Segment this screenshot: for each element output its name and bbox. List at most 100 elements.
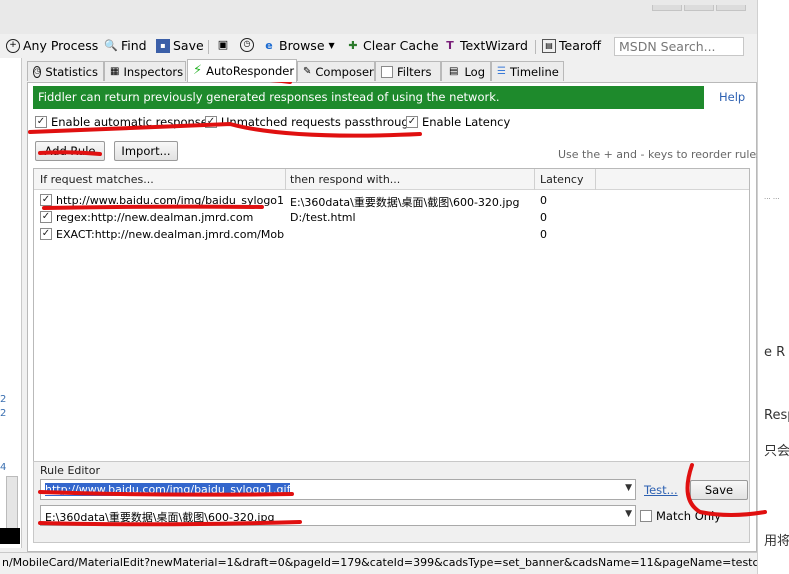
rule-match: http://www.baidu.com/img/baidu_sylogo1.g… [56, 194, 284, 207]
right-text: e R [764, 345, 786, 360]
rule-match: regex:http://new.dealman.jmrd.com [56, 211, 254, 224]
save-icon: ▪ [156, 38, 170, 53]
browse-button[interactable]: e Browse ▼ [262, 38, 336, 53]
tearoff-icon: ▤ [542, 38, 556, 53]
timer-button[interactable]: ◷ [240, 38, 254, 52]
checkmark-icon: ✓ [205, 116, 217, 128]
dropdown-arrow-icon[interactable]: ▼ [625, 483, 632, 493]
tab-strip: ◷ Statistics ▦ Inspectors ⚡ AutoResponde… [22, 59, 757, 82]
tab-inspectors[interactable]: ▦ Inspectors [104, 61, 186, 81]
rule-latency: 0 [540, 211, 547, 224]
test-link[interactable]: Test... [644, 483, 678, 497]
right-fragment: ··· ··· [764, 195, 780, 203]
match-only-label: Match Only [656, 509, 722, 523]
window-controls[interactable] [652, 0, 757, 11]
find-icon: 🔍 [104, 38, 118, 52]
header-respond[interactable]: then respond with... [290, 173, 400, 186]
textwizard-button[interactable]: T TextWizard [443, 38, 528, 53]
textwizard-label: TextWizard [460, 38, 528, 53]
clear-cache-icon: ✚ [348, 38, 358, 52]
right-text: 用将 [764, 534, 789, 549]
save-rule-button[interactable]: Save [690, 480, 748, 500]
filters-checkbox-icon [381, 65, 393, 78]
inspectors-icon: ▦ [110, 65, 120, 77]
dropdown-arrow-icon: ▼ [328, 40, 335, 50]
dropdown-arrow-icon[interactable]: ▼ [625, 509, 632, 519]
import-button[interactable]: Import... [114, 141, 178, 161]
left-number: 4 [0, 462, 7, 473]
any-process-button[interactable]: + Any Process [6, 38, 98, 53]
rule-enabled-checkbox[interactable]: ✓ [40, 194, 52, 206]
unmatched-passthrough-checkbox[interactable]: ✓ Unmatched requests passthrough [205, 115, 416, 129]
checkmark-icon: ✓ [406, 116, 418, 128]
rule-respond: D:/test.html [290, 211, 356, 224]
log-icon: ▤ [449, 65, 459, 77]
left-black-block [0, 528, 20, 544]
tab-filters[interactable]: Filters [375, 61, 441, 81]
tab-composer[interactable]: ✎ Composer [297, 61, 375, 81]
add-rule-button[interactable]: Add Rule [35, 141, 105, 161]
timer-icon: ◷ [240, 38, 254, 52]
timeline-icon: ☰ [497, 65, 506, 77]
main-toolbar: + Any Process 🔍 Find ▪ Save ▣ ◷ e Browse… [0, 34, 757, 59]
match-only-checkbox[interactable]: Match Only [640, 509, 721, 523]
any-process-label: Any Process [23, 38, 99, 53]
msdn-search-input[interactable]: MSDN Search... [614, 37, 744, 56]
rules-table-header: If request matches... then respond with.… [34, 169, 749, 190]
camera-icon: ▣ [217, 38, 229, 51]
left-session-pane: 2 2 4 [0, 58, 22, 548]
rule-row[interactable]: ✓ EXACT:http://new.dealman.jmrd.com/Mobi… [34, 226, 749, 243]
tab-label: Inspectors [123, 64, 184, 79]
status-bar: n/MobileCard/MaterialEdit?newMaterial=1&… [0, 552, 757, 574]
tab-timeline[interactable]: ☰ Timeline [491, 61, 564, 81]
right-text: 只会中 [764, 444, 789, 459]
header-latency[interactable]: Latency [540, 173, 583, 186]
toolbar-separator [535, 40, 536, 54]
screenshot-button[interactable]: ▣ [216, 38, 230, 52]
rule-enabled-checkbox[interactable]: ✓ [40, 228, 52, 240]
save-toolbar-button[interactable]: ▪ Save [156, 38, 204, 53]
lightning-icon: ⚡ [193, 63, 203, 78]
header-divider [534, 169, 535, 190]
browse-label: Browse [279, 38, 325, 53]
ie-browser-icon: e [265, 38, 273, 52]
rule-row[interactable]: ✓ http://www.baidu.com/img/baidu_sylogo1… [34, 192, 749, 209]
find-button[interactable]: 🔍 Find [104, 38, 147, 53]
tab-autoresponder[interactable]: ⚡ AutoResponder [187, 59, 297, 82]
header-divider [285, 169, 286, 190]
rule-editor: Rule Editor http://www.baidu.com/img/bai… [33, 461, 750, 543]
save-toolbar-label: Save [173, 38, 204, 53]
find-label: Find [121, 38, 147, 53]
tab-label: Timeline [509, 64, 559, 79]
rule-respond: E:\360data\重要数据\桌面\截图\600-320.jpg [290, 196, 520, 209]
tearoff-button[interactable]: ▤ Tearoff [542, 38, 601, 53]
enable-automatic-responses-checkbox[interactable]: ✓ Enable automatic responses [35, 115, 214, 129]
help-link[interactable]: Help [719, 90, 745, 104]
rule-respond-value: E:\360data\重要数据\桌面\截图\600-320.jpg [45, 511, 275, 524]
clear-cache-button[interactable]: ✚ Clear Cache [346, 38, 439, 53]
tab-label: Composer [315, 64, 374, 79]
rule-match-combobox[interactable]: http://www.baidu.com/img/baidu_sylogo1.g… [40, 479, 636, 500]
header-divider [595, 169, 596, 190]
toolbar-separator [208, 40, 209, 54]
tab-log[interactable]: ▤ Log [441, 61, 491, 81]
enable-latency-checkbox[interactable]: ✓ Enable Latency [406, 115, 510, 129]
left-scrollbar[interactable] [6, 476, 18, 536]
clear-cache-label: Clear Cache [363, 38, 439, 53]
tab-label: Log [464, 64, 485, 79]
tab-statistics[interactable]: ◷ Statistics [27, 61, 104, 81]
enable-auto-label: Enable automatic responses [51, 115, 214, 129]
header-match[interactable]: If request matches... [40, 173, 154, 186]
info-banner: Fiddler can return previously generated … [33, 86, 704, 109]
rule-respond-combobox[interactable]: E:\360data\重要数据\桌面\截图\600-320.jpg ▼ [40, 505, 636, 526]
rule-row[interactable]: ✓ regex:http://new.dealman.jmrd.com D:/t… [34, 209, 749, 226]
rule-match-value: http://www.baidu.com/img/baidu_sylogo1.g… [45, 483, 291, 496]
enable-latency-label: Enable Latency [422, 115, 511, 129]
checkbox-box-icon [640, 510, 652, 522]
rule-latency: 0 [540, 228, 547, 241]
rule-enabled-checkbox[interactable]: ✓ [40, 211, 52, 223]
checkmark-icon: ✓ [35, 116, 47, 128]
tab-label: AutoResponder [206, 64, 295, 78]
left-number: 2 [0, 408, 7, 419]
rule-latency: 0 [540, 194, 547, 207]
